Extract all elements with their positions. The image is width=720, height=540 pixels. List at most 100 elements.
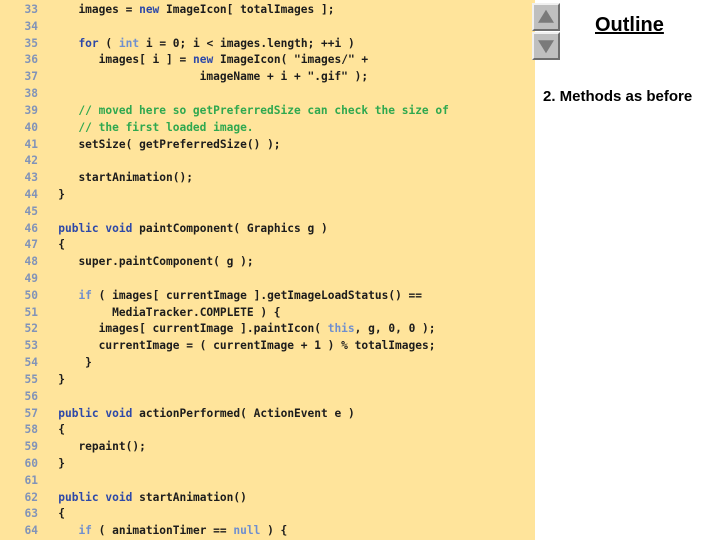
code-line-text: repaint(); (78, 440, 146, 454)
code-line-number: 34 (24, 19, 38, 33)
code-line-text: // the first loaded image. (51, 120, 254, 134)
code-line: 41 setSize( getPreferredSize() ); (0, 137, 535, 154)
code-line: 53 currentImage = ( currentImage + 1 ) %… (0, 338, 535, 355)
scroll-button-group (532, 3, 562, 61)
code-line-number: 37 (24, 70, 38, 84)
code-line-text: // moved here so getPreferredSize can ch… (51, 103, 449, 117)
code-line-number: 33 (24, 3, 38, 16)
code-line-text: } (51, 456, 65, 470)
code-line-number: 35 (24, 36, 38, 50)
code-line-number: 64 (24, 524, 38, 538)
code-line: 48 super.paintComponent( g ); (0, 254, 535, 271)
code-line-number: 45 (24, 204, 38, 218)
code-line-number: 41 (24, 137, 38, 151)
code-line: 58 { (0, 422, 535, 439)
code-line-text: { (51, 507, 65, 521)
code-line-number: 61 (24, 473, 38, 487)
code-line-number: 60 (24, 456, 38, 470)
code-line-text: images[ currentImage ].paintIcon( this, … (98, 322, 436, 336)
code-line-text: } (51, 356, 92, 370)
code-line: 38 (0, 86, 535, 103)
code-line: 33 images = new ImageIcon[ totalImages ]… (0, 2, 535, 19)
code-line-number: 49 (24, 272, 38, 285)
code-line-number: 43 (24, 171, 38, 185)
code-line-text: { (51, 238, 65, 252)
code-line: 64 if ( animationTimer == null ) { (0, 523, 535, 540)
code-line-number: 51 (24, 305, 38, 319)
code-line: 57 public void actionPerformed( ActionEv… (0, 406, 535, 423)
code-lines-container: 33 images = new ImageIcon[ totalImages ]… (0, 0, 535, 540)
code-line-number: 44 (24, 187, 38, 201)
code-line: 52 images[ currentImage ].paintIcon( thi… (0, 321, 535, 338)
code-line-text: public void startAnimation() (58, 490, 247, 504)
code-line: 60 } (0, 456, 535, 473)
code-line: 44 } (0, 187, 535, 204)
code-line: 47 { (0, 237, 535, 254)
code-line-number: 59 (24, 440, 38, 454)
code-line-number: 42 (24, 154, 38, 168)
code-line: 63 { (0, 506, 535, 523)
code-line: 51 MediaTracker.COMPLETE ) { (0, 305, 535, 322)
code-line-number: 47 (24, 238, 38, 252)
code-line: 55 } (0, 372, 535, 389)
code-line-number: 53 (24, 339, 38, 353)
code-line-text: } (51, 187, 65, 201)
code-line-text: if ( animationTimer == null ) { (78, 524, 288, 538)
code-line-text: startAnimation(); (78, 171, 193, 185)
code-line: 62 public void startAnimation() (0, 490, 535, 507)
code-line: 50 if ( images[ currentImage ].getImageL… (0, 288, 535, 305)
code-line-text: public void actionPerformed( ActionEvent… (58, 406, 355, 420)
code-line-text: images[ i ] = new ImageIcon( "images/" + (98, 53, 369, 67)
code-line-number: 36 (24, 53, 38, 67)
code-line: 43 startAnimation(); (0, 170, 535, 187)
code-line: 37 imageName + i + ".gif" ); (0, 69, 535, 86)
code-line-text: images = new ImageIcon[ totalImages ]; (78, 3, 335, 16)
code-line: 36 images[ i ] = new ImageIcon( "images/… (0, 52, 535, 69)
code-line-number: 54 (24, 356, 38, 370)
outline-item-methods-as-before: 2. Methods as before (543, 88, 693, 105)
code-line-text: { (51, 423, 65, 437)
code-line-text: setSize( getPreferredSize() ); (78, 137, 281, 151)
code-line-text: } (51, 372, 65, 386)
code-line-text: for ( int i = 0; i < images.length; ++i … (78, 36, 355, 50)
code-line-text: super.paintComponent( g ); (78, 255, 254, 269)
code-line: 39 // moved here so getPreferredSize can… (0, 103, 535, 120)
triangle-down-icon (538, 40, 554, 54)
code-line: 59 repaint(); (0, 439, 535, 456)
code-line-text: public void paintComponent( Graphics g ) (58, 221, 328, 235)
code-line-number: 62 (24, 490, 38, 504)
code-line-text: MediaTracker.COMPLETE ) { (112, 305, 281, 319)
code-line-number: 63 (24, 507, 38, 521)
code-line-text: currentImage = ( currentImage + 1 ) % to… (98, 339, 436, 353)
code-line: 54 } (0, 355, 535, 372)
code-line-text: imageName + i + ".gif" ); (199, 70, 369, 84)
code-line: 34 (0, 19, 535, 36)
code-line-number: 56 (24, 389, 38, 403)
code-line-number: 50 (24, 288, 38, 302)
code-line-number: 52 (24, 322, 38, 336)
code-line-number: 40 (24, 120, 38, 134)
scroll-up-button[interactable] (532, 3, 560, 31)
code-line: 61 (0, 473, 535, 490)
page-title: Outline (595, 14, 664, 36)
code-line: 42 (0, 153, 535, 170)
scroll-down-button[interactable] (532, 32, 560, 60)
code-line: 40 // the first loaded image. (0, 120, 535, 137)
code-line-number: 58 (24, 423, 38, 437)
code-listing-panel: 33 images = new ImageIcon[ totalImages ]… (0, 0, 535, 540)
code-line: 45 (0, 204, 535, 221)
code-line: 46 public void paintComponent( Graphics … (0, 221, 535, 238)
code-line: 49 (0, 271, 535, 288)
code-line: 35 for ( int i = 0; i < images.length; +… (0, 36, 535, 53)
code-line-number: 46 (24, 221, 38, 235)
outline-pane: Outline 2. Methods as before (535, 0, 720, 540)
triangle-up-icon (538, 9, 554, 23)
code-line: 56 (0, 389, 535, 406)
